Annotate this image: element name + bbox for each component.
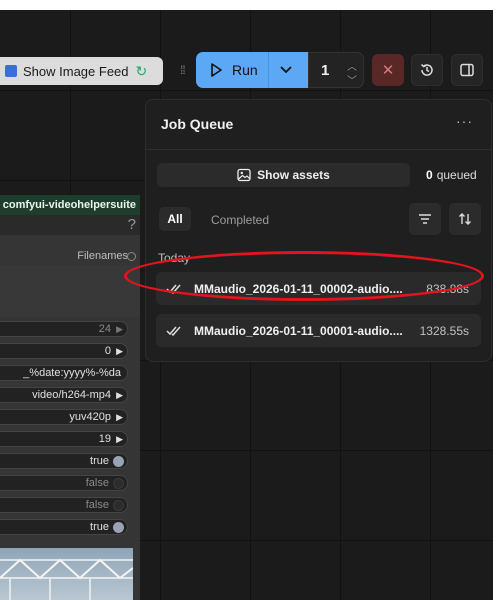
widget-value: false — [85, 499, 109, 511]
close-icon: ✕ — [381, 62, 395, 79]
chevron-right-icon[interactable]: ▶ — [116, 410, 123, 424]
group-label-today: Today — [158, 251, 191, 265]
toggle-knob[interactable] — [113, 500, 124, 511]
job-queue-panel: Job Queue ··· Show assets 0 queued All Co… — [145, 99, 492, 362]
job-name: MMaudio_2026-01-11_00001-audio.... — [194, 324, 403, 338]
run-label: Run — [232, 62, 258, 78]
divider — [146, 149, 491, 150]
window-frame-right — [493, 0, 501, 600]
widget-value: 0 — [104, 345, 111, 357]
widget-toggle-1[interactable]: true — [0, 453, 128, 469]
increment-icon[interactable]: ︿ — [345, 58, 359, 73]
job-item[interactable]: MMaudio_2026-01-11_00001-audio.... 1328.… — [156, 314, 481, 347]
widget-format[interactable]: video/h264-mp4 ▶ — [0, 387, 128, 403]
toggle-knob[interactable] — [113, 478, 124, 489]
node-source-badge: comfyui-videohelpersuite — [0, 195, 140, 215]
toggle-panel-button[interactable] — [451, 54, 483, 86]
job-name: MMaudio_2026-01-11_00002-audio.... — [194, 282, 403, 296]
widget-value: yuv420p — [69, 411, 111, 423]
sort-icon — [459, 213, 471, 225]
batch-count-value[interactable]: 1 — [321, 62, 329, 79]
double-check-icon — [166, 284, 181, 295]
tab-completed[interactable]: Completed — [211, 213, 269, 227]
queued-number: 0 — [426, 168, 433, 182]
sidebar-panel-icon — [460, 63, 474, 77]
widget-loop-count[interactable]: 0 ▶ — [0, 343, 128, 359]
history-icon — [420, 63, 433, 76]
play-icon — [211, 63, 222, 77]
decrement-icon[interactable]: ﹀ — [345, 72, 359, 87]
chevron-right-icon[interactable]: ▶ — [116, 388, 123, 402]
job-queue-title: Job Queue — [161, 116, 234, 132]
queued-label: queued — [436, 168, 477, 182]
queued-count: 0 queued — [426, 168, 477, 182]
more-options-icon[interactable]: ··· — [456, 113, 473, 129]
widget-toggle-2[interactable]: false — [0, 475, 128, 491]
widget-crf[interactable]: 19 ▶ — [0, 431, 128, 447]
help-icon[interactable]: ? — [128, 216, 136, 233]
sort-button[interactable] — [449, 203, 481, 235]
image-icon — [237, 168, 251, 182]
widget-value: 19 — [98, 433, 111, 445]
output-socket[interactable] — [127, 252, 136, 261]
node-header[interactable] — [0, 215, 140, 235]
show-image-feed-label: Show Image Feed — [23, 63, 129, 79]
job-item[interactable]: MMaudio_2026-01-11_00002-audio.... 838.8… — [156, 272, 481, 305]
filenames-output-label: Filenames — [77, 250, 128, 262]
toggle-knob[interactable] — [113, 522, 124, 533]
window-frame-top — [0, 0, 501, 10]
run-divider — [268, 52, 269, 88]
stop-button[interactable]: ✕ — [372, 54, 404, 86]
widget-value: false — [85, 477, 109, 489]
widget-value: _%date:yyyy%-%da — [23, 367, 121, 379]
drag-handle-icon[interactable]: ⁞⁞ — [180, 63, 186, 77]
filter-icon — [419, 214, 431, 224]
refresh-icon: ↻ — [135, 62, 148, 79]
toggle-knob[interactable] — [113, 456, 124, 467]
show-assets-label: Show assets — [257, 168, 330, 182]
chevron-right-icon[interactable]: ▶ — [116, 322, 123, 336]
double-check-icon — [166, 326, 181, 337]
chevron-right-icon[interactable]: ▶ — [116, 344, 123, 358]
show-assets-button[interactable]: Show assets — [157, 163, 410, 187]
chevron-right-icon[interactable]: ▶ — [116, 432, 123, 446]
widget-toggle-4[interactable]: true — [0, 519, 128, 535]
image-feed-icon — [5, 65, 17, 77]
filter-button[interactable] — [409, 203, 441, 235]
widget-filename-prefix[interactable]: _%date:yyyy%-%da — [0, 365, 128, 381]
video-combine-node[interactable]: comfyui-videohelpersuite ? Filenames 24 ▶… — [0, 195, 140, 600]
bridge-truss-image — [0, 558, 133, 600]
widget-value: true — [90, 521, 109, 533]
widget-pix-fmt[interactable]: yuv420p ▶ — [0, 409, 128, 425]
widget-value: video/h264-mp4 — [32, 389, 111, 401]
show-image-feed-button[interactable]: Show Image Feed ↻ — [0, 57, 163, 85]
widget-value: true — [90, 455, 109, 467]
video-preview-thumbnail[interactable] — [0, 548, 133, 600]
job-duration: 1328.55s — [419, 324, 469, 338]
widget-frame-rate[interactable]: 24 ▶ — [0, 321, 128, 337]
tab-all[interactable]: All — [159, 207, 191, 231]
history-button[interactable] — [411, 54, 443, 86]
chevron-down-icon[interactable] — [278, 61, 294, 77]
run-button[interactable]: Run — [196, 52, 308, 88]
job-duration: 838.88s — [426, 282, 469, 296]
node-body — [0, 265, 140, 317]
batch-count-stepper[interactable]: 1 ︿ ﹀ — [308, 52, 364, 88]
widget-value: 24 — [98, 323, 111, 335]
widget-toggle-3[interactable]: false — [0, 497, 128, 513]
